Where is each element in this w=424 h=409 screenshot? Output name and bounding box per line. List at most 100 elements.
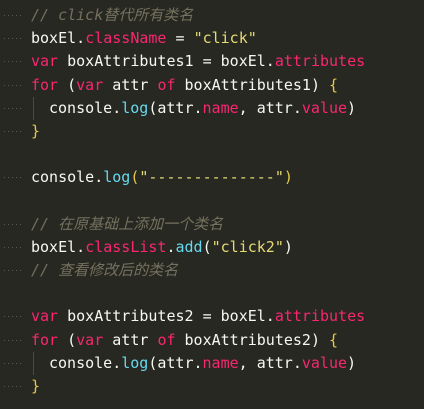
whitespace-marker [0,27,30,50]
code-token-plain: , attr. [238,353,302,372]
line-content: } [31,120,40,143]
line-content: // 在原基础上添加一个类名 [31,213,223,236]
code-token-plain: (attr. [148,353,203,372]
indent-dots [4,246,5,248]
code-token-plain: boxAttributes1) [175,75,330,94]
line-content: // 查看修改后的类名 [31,259,178,282]
indent-dots [4,84,5,86]
code-token-brace-y: { [329,75,339,94]
code-line: var boxAttributes2 = boxEl.attributes [0,305,424,328]
line-content: for (var attr of boxAttributes1) { [31,74,338,97]
code-token-kw: of [157,330,176,349]
code-line [0,143,424,166]
line-content: console.log(attr.name, attr.value) [31,97,356,120]
code-token-plain: = [166,29,194,48]
indent-dots [4,61,5,63]
line-content: var boxAttributes1 = boxEl.attributes [31,50,365,73]
code-token-kw: for [31,330,59,349]
code-token-brace-y: { [329,330,339,349]
code-line: console.log(attr.name, attr.value) [0,351,424,375]
code-token-kw: var [31,52,59,71]
code-token-plain: ( [58,75,77,94]
code-token-prop: className [85,29,167,48]
code-token-func: add [175,237,203,256]
code-token-prop: value [301,353,348,372]
code-token-plain: ) [347,98,357,117]
whitespace-marker [0,74,30,97]
code-token-kw: var [76,330,104,349]
code-token-func: log [103,168,131,187]
code-line: boxEl.className = "click" [0,27,424,50]
indent-dots [4,107,5,109]
code-line [0,190,424,213]
whitespace-marker [0,143,30,166]
line-content: // click替代所有类名 [31,4,193,27]
code-area[interactable]: // click替代所有类名 boxEl.className = "click" v… [0,4,424,398]
code-token-plain: ) [283,237,293,256]
code-line [0,282,424,305]
indent-dots [4,15,5,16]
code-token-kw: of [157,75,176,94]
code-token-plain: boxAttributes2) [175,330,330,349]
indent-dots [4,130,5,132]
whitespace-marker [0,120,30,143]
code-editor[interactable]: // click替代所有类名 boxEl.className = "click" v… [0,0,424,409]
code-token-plain: boxEl. [31,29,86,48]
code-token-str: "click2" [211,237,284,256]
code-token-kw: for [31,75,59,94]
line-content: boxEl.className = "click" [31,27,257,50]
whitespace-marker [0,190,30,213]
whitespace-marker [0,375,30,398]
whitespace-marker [0,97,30,120]
code-comment: // 查看修改后的类名 [31,261,179,280]
code-line: // 查看修改后的类名 [0,259,424,282]
code-token-kw: var [31,307,59,326]
code-line: console.log("--------------") [0,166,424,189]
whitespace-marker [0,236,30,259]
code-comment: // 在原基础上添加一个类名 [31,214,224,233]
indent-dots [4,386,5,387]
code-line: // 在原基础上添加一个类名 [0,213,424,236]
code-token-plain: , attr. [238,98,302,117]
code-token-brace-y: ) [283,168,293,187]
whitespace-marker [0,213,30,236]
whitespace-marker [0,305,30,328]
code-line: // click替代所有类名 [0,4,424,27]
code-line: for (var attr of boxAttributes1) { [0,74,424,97]
code-token-prop: name [202,98,239,117]
line-content: var boxAttributes2 = boxEl.attributes [31,305,365,328]
code-token-plain: (attr. [148,98,203,117]
code-line: } [0,120,424,143]
code-line: } [0,375,424,398]
code-token-kw: var [76,75,104,94]
code-token-str: "click" [193,29,257,48]
code-token-plain: ( [202,237,212,256]
whitespace-marker [0,166,30,189]
code-line: var boxAttributes1 = boxEl.attributes [0,50,424,73]
indent-dots [4,223,5,225]
whitespace-marker [0,4,30,27]
whitespace-marker [0,352,30,375]
code-token-plain: . [166,237,176,256]
code-token-func: log [121,98,149,117]
whitespace-marker [0,329,30,352]
code-token-prop: attributes [274,52,366,71]
code-token-plain: boxAttributes2 = boxEl. [58,307,275,326]
code-token-plain: boxEl. [31,237,86,256]
code-token-plain: boxAttributes1 = boxEl. [58,52,275,71]
code-token-prop: name [202,353,239,372]
code-token-str: "--------------" [139,168,284,187]
code-token-func: log [121,353,149,372]
indent-dots [4,177,5,179]
indent-dots [4,38,5,40]
whitespace-marker [0,259,30,282]
line-content: console.log("--------------") [31,166,293,189]
code-token-brace-y: } [31,121,41,140]
code-line: boxEl.classList.add("click2") [0,236,424,259]
code-token-prop: value [301,98,348,117]
line-content: for (var attr of boxAttributes2) { [31,329,338,352]
code-comment: // click替代所有类名 [31,6,194,24]
indent-dots [4,339,5,341]
code-token-plain: console. [49,353,122,372]
code-token-plain: attr [103,75,158,94]
